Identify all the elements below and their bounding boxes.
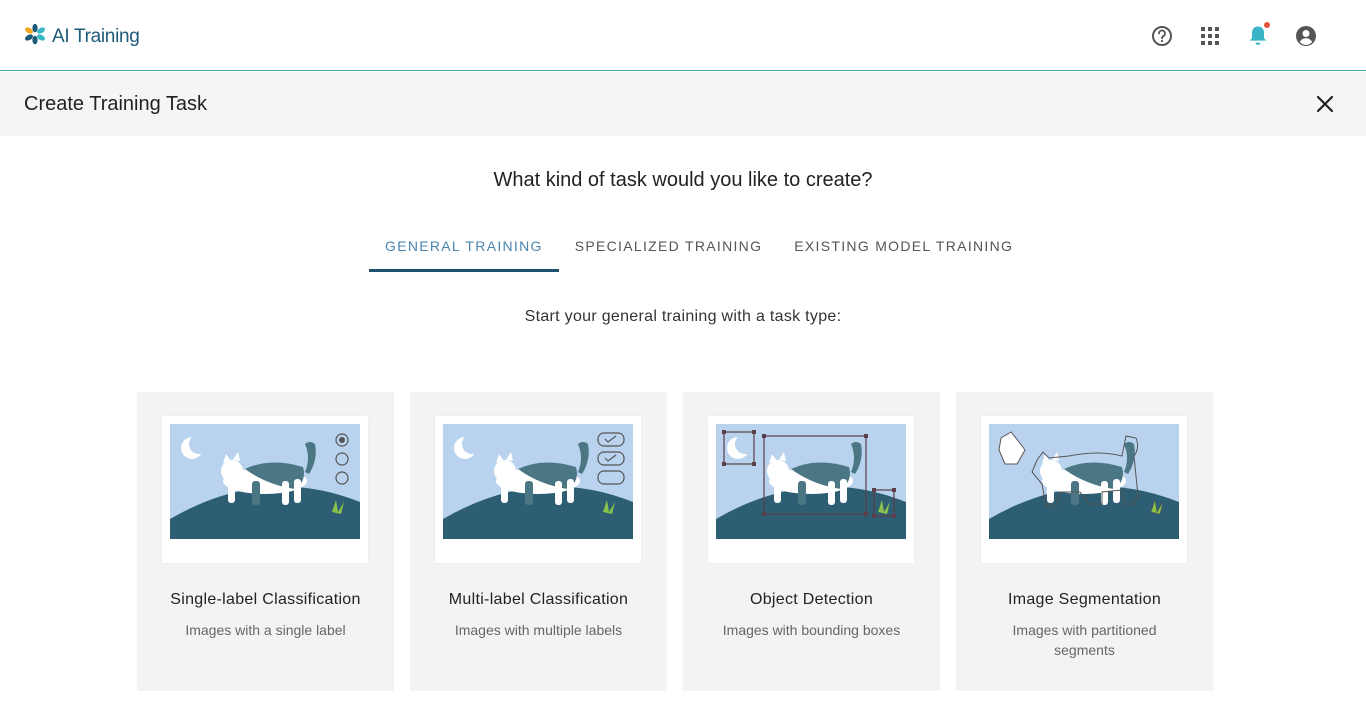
card-title: Image Segmentation	[1007, 591, 1162, 608]
tab-existing-model-training[interactable]: EXISTING MODEL TRAINING	[778, 228, 1029, 272]
image-segmentation-illustration	[981, 416, 1187, 563]
task-card-single-label[interactable]: Single-label Classification Images with …	[137, 392, 394, 691]
task-card-image-segmentation[interactable]: Image Segmentation Images with partition…	[956, 392, 1213, 691]
logo-icon	[24, 23, 46, 50]
tab-general-training[interactable]: GENERAL TRAINING	[369, 228, 559, 272]
card-description: Images with bounding boxes	[722, 622, 901, 638]
task-card-multi-label[interactable]: Multi-label Classification Images with m…	[410, 392, 667, 691]
tab-specialized-training[interactable]: SPECIALIZED TRAINING	[559, 228, 779, 272]
brand[interactable]: AI Training	[24, 23, 140, 50]
close-button[interactable]	[1314, 93, 1336, 115]
top-app-bar: AI Training	[0, 0, 1366, 71]
card-title: Object Detection	[749, 591, 874, 608]
task-type-cards: Single-label Classification Images with …	[137, 392, 1213, 691]
close-icon	[1316, 95, 1334, 113]
dialog-header: Create Training Task	[0, 72, 1366, 136]
card-title: Single-label Classification	[170, 591, 361, 608]
card-description: Images with a single label	[185, 622, 346, 638]
training-type-tabs: GENERAL TRAINING SPECIALIZED TRAINING EX…	[369, 228, 1029, 272]
card-description: Images with multiple labels	[454, 622, 623, 638]
account-icon[interactable]	[1294, 24, 1318, 48]
app-name: AI Training	[52, 25, 140, 47]
page-title: Create Training Task	[24, 93, 208, 115]
task-question: What kind of task would you like to crea…	[493, 169, 873, 191]
apps-grid-icon[interactable]	[1198, 24, 1222, 48]
card-description: Images with partitioned segments	[1012, 622, 1157, 658]
bell-icon[interactable]	[1246, 22, 1270, 48]
multi-label-illustration	[435, 416, 641, 563]
task-type-prompt: Start your general training with a task …	[524, 308, 842, 325]
object-detection-illustration	[708, 416, 914, 563]
notification-dot	[1264, 22, 1270, 28]
task-card-object-detection[interactable]: Object Detection Images with bounding bo…	[683, 392, 940, 691]
help-icon[interactable]	[1150, 24, 1174, 48]
card-title: Multi-label Classification	[448, 591, 629, 608]
single-label-illustration	[162, 416, 368, 563]
